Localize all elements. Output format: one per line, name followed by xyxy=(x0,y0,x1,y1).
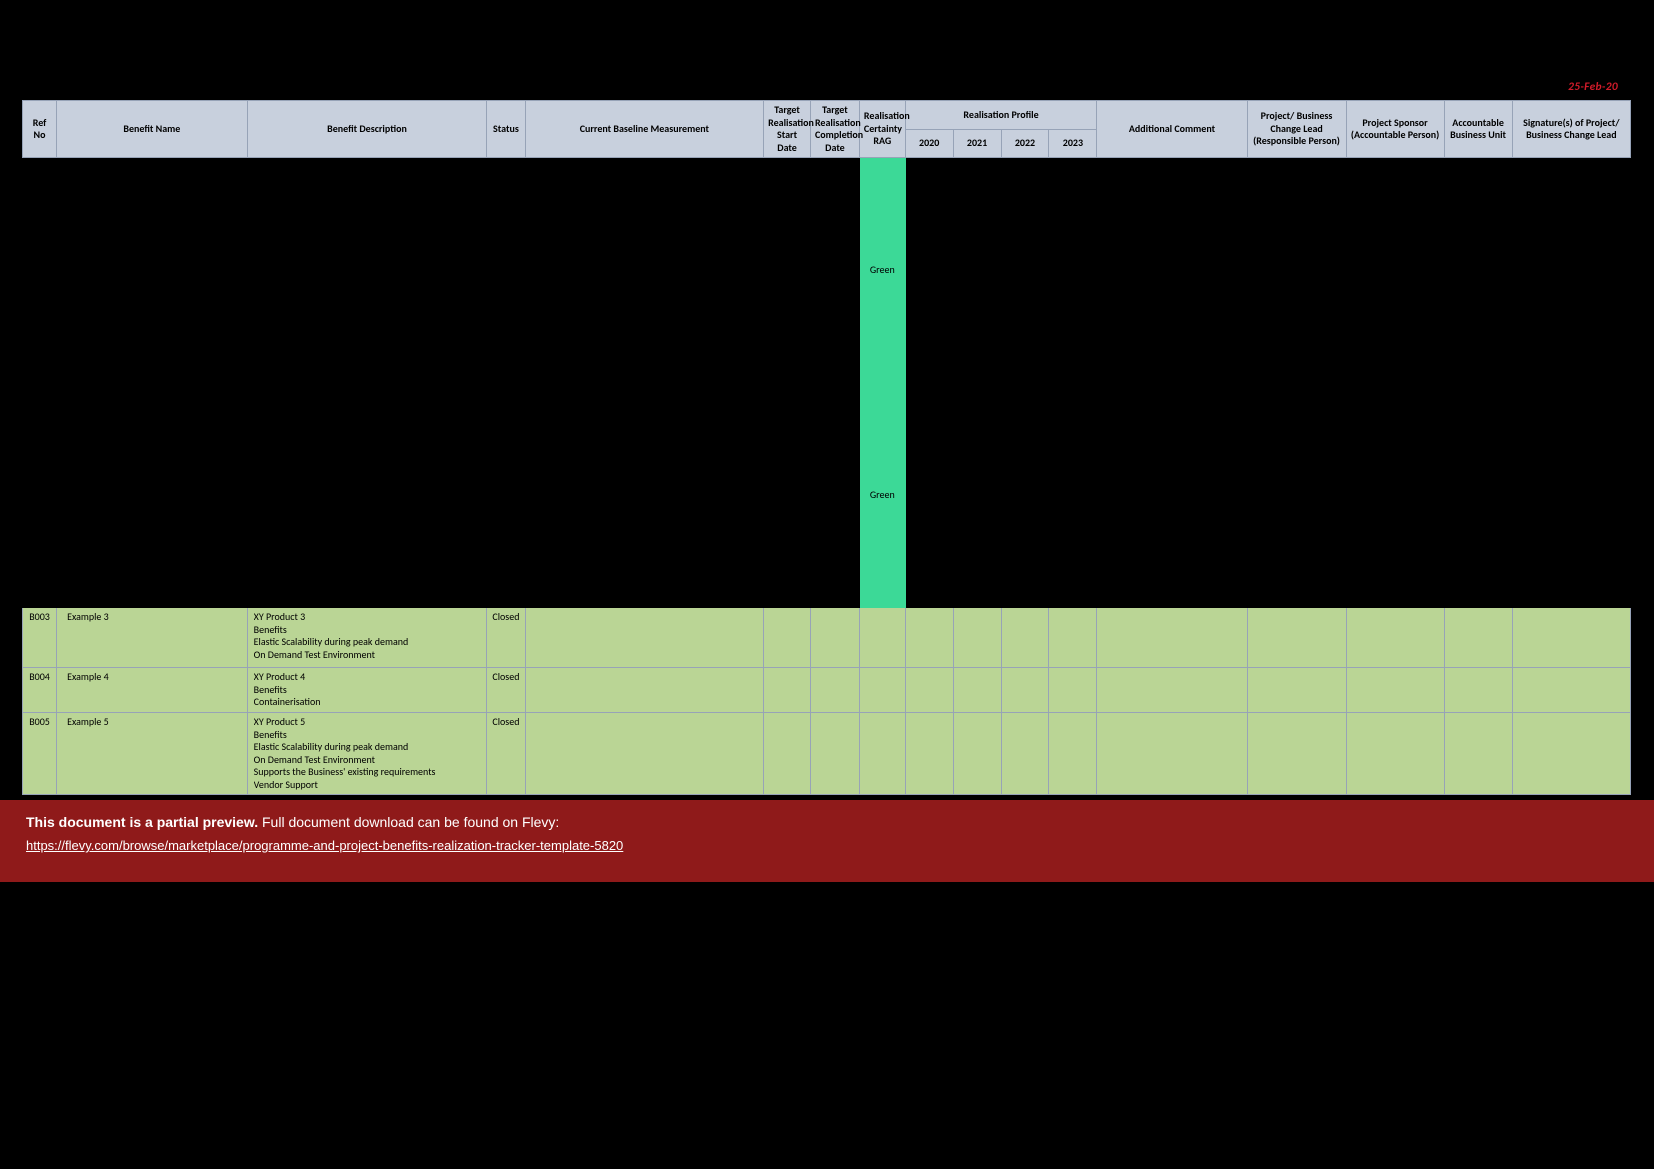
col-name: Benefit Name xyxy=(57,101,248,158)
desc-line: Containerisation xyxy=(254,696,483,709)
cell-ref: B005 xyxy=(23,713,57,795)
table-row: B004Example 4XY Product 4BenefitsContain… xyxy=(23,668,1631,713)
table-row-hidden: Green xyxy=(23,383,1631,608)
banner-link[interactable]: https://flevy.com/browse/marketplace/pro… xyxy=(26,838,623,853)
cell-status: Closed xyxy=(487,713,525,795)
col-ref: Ref No xyxy=(23,101,57,158)
desc-line: XY Product 4 xyxy=(254,671,483,684)
cell-ref: B003 xyxy=(23,608,57,668)
table-body: GreenGreenB003Example 3XY Product 3Benef… xyxy=(23,158,1631,795)
col-tgt-comp: Target Realisation Completion Date xyxy=(810,101,859,158)
cell-status: Closed xyxy=(487,608,525,668)
banner-text: This document is a partial preview. Full… xyxy=(26,814,1628,830)
desc-line: Vendor Support xyxy=(254,779,483,792)
col-rag: Realisation Certainty RAG xyxy=(859,101,905,158)
cell-desc: XY Product 4BenefitsContainerisation xyxy=(247,668,487,713)
cell-name: Example 4 xyxy=(57,668,248,713)
desc-line: Benefits xyxy=(254,729,483,742)
desc-line: On Demand Test Environment xyxy=(254,754,483,767)
desc-line: Elastic Scalability during peak demand xyxy=(254,636,483,649)
col-2020: 2020 xyxy=(905,129,953,158)
col-abu: Accountable Business Unit xyxy=(1444,101,1512,158)
rag-cell: Green xyxy=(859,383,905,608)
cell-name: Example 5 xyxy=(57,713,248,795)
benefits-table-wrap: Ref No Benefit Name Benefit Description … xyxy=(22,100,1631,795)
col-baseline: Current Baseline Measurement xyxy=(525,101,764,158)
table-row: B005Example 5XY Product 5BenefitsElastic… xyxy=(23,713,1631,795)
col-profile-group: Realisation Profile xyxy=(905,101,1097,130)
desc-line: Benefits xyxy=(254,684,483,697)
preview-banner: This document is a partial preview. Full… xyxy=(0,800,1654,882)
table-row: B003Example 3XY Product 3BenefitsElastic… xyxy=(23,608,1631,668)
cell-desc: XY Product 5BenefitsElastic Scalability … xyxy=(247,713,487,795)
col-tgt-start: Target Realisation Start Date xyxy=(764,101,811,158)
table-header: Ref No Benefit Name Benefit Description … xyxy=(23,101,1631,158)
banner-rest: Full document download can be found on F… xyxy=(258,814,559,830)
cell-ref: B004 xyxy=(23,668,57,713)
col-comment: Additional Comment xyxy=(1097,101,1247,158)
cell-desc: XY Product 3BenefitsElastic Scalability … xyxy=(247,608,487,668)
cell-name: Example 3 xyxy=(57,608,248,668)
desc-line: XY Product 3 xyxy=(254,611,483,624)
col-sponsor: Project Sponsor (Accountable Person) xyxy=(1346,101,1444,158)
col-sig: Signature(s) of Project/ Business Change… xyxy=(1512,101,1630,158)
col-2021: 2021 xyxy=(953,129,1001,158)
table-row-hidden: Green xyxy=(23,158,1631,383)
col-status: Status xyxy=(487,101,525,158)
date-stamp: 25-Feb-20 xyxy=(1568,80,1618,94)
desc-line: Benefits xyxy=(254,624,483,637)
col-2023: 2023 xyxy=(1049,129,1097,158)
benefits-tracker-page: 25-Feb-20 Ref No Benefit Name Benefit De… xyxy=(0,0,1654,1169)
desc-line: XY Product 5 xyxy=(254,716,483,729)
desc-line: Elastic Scalability during peak demand xyxy=(254,741,483,754)
benefits-table: Ref No Benefit Name Benefit Description … xyxy=(22,100,1631,795)
banner-bold: This document is a partial preview. xyxy=(26,814,258,830)
col-2022: 2022 xyxy=(1001,129,1049,158)
cell-status: Closed xyxy=(487,668,525,713)
col-desc: Benefit Description xyxy=(247,101,487,158)
col-lead: Project/ Business Change Lead (Responsib… xyxy=(1247,101,1346,158)
desc-line: Supports the Business' existing requirem… xyxy=(254,766,483,779)
rag-cell: Green xyxy=(859,158,905,383)
desc-line: On Demand Test Environment xyxy=(254,649,483,662)
